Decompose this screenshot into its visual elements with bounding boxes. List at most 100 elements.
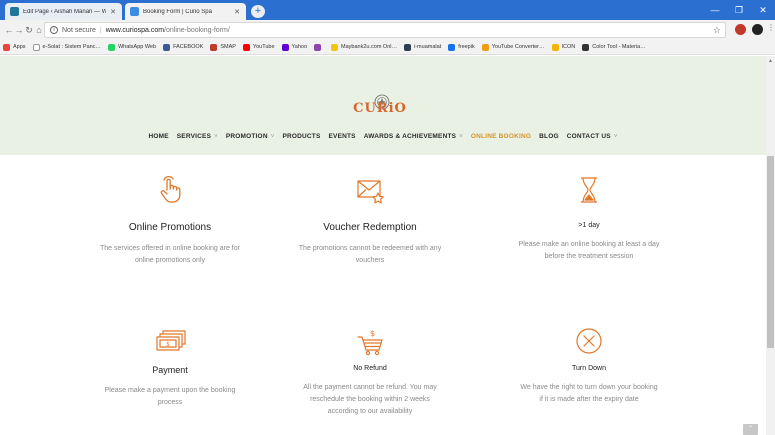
close-icon[interactable]: ✕	[110, 8, 116, 16]
bookmark-favicon-icon	[281, 43, 289, 51]
scroll-up-icon[interactable]: ▲	[766, 56, 775, 66]
bookmark-favicon-icon	[582, 43, 590, 51]
bookmark-item[interactable]: WhatsApp Web	[107, 43, 157, 51]
circle-x-icon	[576, 328, 602, 354]
bookmark-item[interactable]: freepik	[448, 43, 475, 51]
bookmark-label: Color Tool - Materia…	[592, 44, 646, 50]
feature-title: >1 day	[578, 222, 600, 229]
chevron-down-icon: ˅	[613, 134, 618, 140]
bookmark-item[interactable]: Maybank2u.com Onl…	[331, 43, 397, 51]
bookmark-item[interactable]	[314, 43, 324, 51]
bookmark-favicon-icon	[551, 43, 559, 51]
tab-title: Booking Form | Curio Spa	[143, 8, 212, 15]
bookmark-favicon-icon	[481, 43, 489, 51]
hand-touch-icon	[160, 175, 181, 203]
scrollbar-thumb[interactable]	[767, 156, 774, 348]
url-domain: www.curiospa.com	[105, 26, 165, 34]
chevron-down-icon: ˅	[270, 134, 275, 140]
feature-payment: $ Payment Please make a payment upon the…	[65, 325, 275, 409]
bookmark-item[interactable]: Yahoo	[281, 43, 308, 51]
bookmark-label: YouTube	[252, 44, 275, 50]
bookmark-item[interactable]: i-muamalat	[404, 43, 441, 51]
feature-description: Please make an online booking at least a…	[518, 241, 660, 260]
bookmark-item[interactable]: e-Solat : Sistem Panc…	[32, 43, 101, 51]
nav-item-home[interactable]: HOME	[148, 133, 168, 140]
bookmark-favicon-icon	[210, 43, 218, 51]
bookmark-label: WhatsApp Web	[117, 44, 157, 50]
security-label: Not secure	[62, 26, 96, 34]
bookmark-label: e-Solat : Sistem Panc…	[42, 44, 101, 50]
bookmark-label: FACEBOOK	[173, 44, 204, 50]
bookmark-label: Yahoo	[291, 44, 308, 50]
envelope-star-icon	[357, 180, 384, 204]
nav-item-label: CONTACT US	[566, 133, 611, 140]
nav-item-services[interactable]: SERVICES ˅	[177, 133, 218, 140]
feature-title: Voucher Redemption	[323, 222, 417, 233]
new-tab-button[interactable]: +	[251, 5, 265, 18]
cash-icon: $	[156, 330, 186, 351]
bookmark-item[interactable]: Color Tool - Materia…	[582, 43, 646, 51]
address-bar[interactable]: i Not secure | www.curiospa.com /online-…	[44, 22, 726, 38]
feature-description: The promotions cannot be redeemed with a…	[298, 245, 442, 264]
bookmark-favicon-icon	[314, 43, 322, 51]
bookmark-favicon-icon	[32, 43, 40, 51]
nav-item-label: PRODUCTS	[282, 133, 321, 140]
separator: |	[99, 26, 102, 34]
bookmark-item[interactable]: SMAP	[210, 43, 236, 51]
profile-avatar[interactable]	[752, 24, 763, 35]
menu-icon[interactable]: ⋮	[767, 23, 775, 32]
bookmark-item[interactable]: FACEBOOK	[163, 43, 204, 51]
bookmark-item[interactable]: YouTube	[242, 43, 275, 51]
minimize-icon[interactable]: —	[703, 0, 727, 20]
feature-no-refund: $ No Refund All the payment cannot be re…	[265, 325, 475, 418]
nav-item-products[interactable]: PRODUCTS	[282, 133, 320, 140]
url-path: /online-booking-form/	[164, 26, 230, 34]
close-icon[interactable]: ✕	[234, 8, 240, 16]
feature-description: All the payment cannot be refund. You ma…	[303, 384, 437, 415]
bookmark-item[interactable]: YouTube Converter…	[481, 43, 545, 51]
feature-one-day: >1 day Please make an online booking at …	[484, 174, 694, 263]
nav-item-events[interactable]: EVENTS	[329, 133, 356, 140]
bookmark-favicon-icon	[3, 43, 10, 51]
bookmark-item[interactable]: Apps	[3, 43, 26, 51]
feature-description: Please make a payment upon the booking pr…	[104, 387, 236, 406]
bookmark-label: freepik	[458, 44, 475, 50]
bookmark-label: YouTube Converter…	[491, 44, 545, 50]
feature-voucher-redemption: Voucher Redemption The promotions cannot…	[265, 174, 475, 267]
site-logo[interactable]: CURiO	[345, 101, 415, 116]
back-to-top-button[interactable]: ⌃	[743, 424, 758, 435]
browser-titlebar: Edit Page ‹ Aishah Manan — Wo… ✕ Booking…	[0, 0, 775, 20]
feature-turn-down: Turn Down We have the right to turn down…	[484, 325, 694, 406]
wordpress-icon	[10, 7, 19, 16]
bookmark-favicon-icon	[448, 43, 456, 51]
nav-item-awards-achievements[interactable]: AWARDS & ACHIEVEMENTS ˅	[364, 133, 463, 140]
browser-tab-booking-form[interactable]: Booking Form | Curio Spa ✕	[125, 3, 246, 20]
nav-item-label: AWARDS & ACHIEVEMENTS	[363, 133, 457, 140]
feature-description: We have the right to turn down your book…	[520, 384, 658, 403]
svg-text:$: $	[370, 329, 375, 338]
bookmark-star-icon[interactable]: ☆	[713, 25, 721, 36]
window-close-icon[interactable]: ✕	[751, 0, 775, 20]
site-favicon-icon	[130, 7, 139, 16]
browser-toolbar: ← → ↻ ⌂ i Not secure | www.curiospa.com …	[0, 20, 775, 40]
feature-title: No Refund	[353, 365, 387, 372]
info-icon[interactable]: i	[50, 26, 58, 34]
svg-text:$: $	[166, 341, 170, 348]
nav-item-contact-us[interactable]: CONTACT US ˅	[567, 133, 618, 140]
page-scrollbar[interactable]: ▲	[766, 56, 775, 435]
bookmark-label: SMAP	[220, 44, 236, 50]
bookmark-item[interactable]: ICON	[551, 43, 576, 51]
feature-title: Turn Down	[572, 365, 606, 372]
tab-title: Edit Page ‹ Aishah Manan — Wo…	[23, 8, 107, 15]
maximize-icon[interactable]: ❐	[727, 0, 751, 20]
nav-item-blog[interactable]: BLOG	[539, 133, 559, 140]
chevron-down-icon: ˅	[214, 134, 218, 140]
nav-item-promotion[interactable]: PROMOTION ˅	[226, 133, 275, 140]
bookmarks-bar: Apps e-Solat : Sistem Panc… WhatsApp Web FA…	[0, 40, 775, 55]
feature-title: Payment	[152, 365, 188, 375]
browser-tab-edit-page[interactable]: Edit Page ‹ Aishah Manan — Wo… ✕	[5, 3, 122, 20]
bookmark-label: ICON	[561, 44, 576, 50]
cart-dollar-icon: $	[357, 329, 383, 356]
extension-icon[interactable]	[735, 24, 746, 35]
nav-item-online-booking[interactable]: ONLINE BOOKING	[471, 133, 531, 140]
